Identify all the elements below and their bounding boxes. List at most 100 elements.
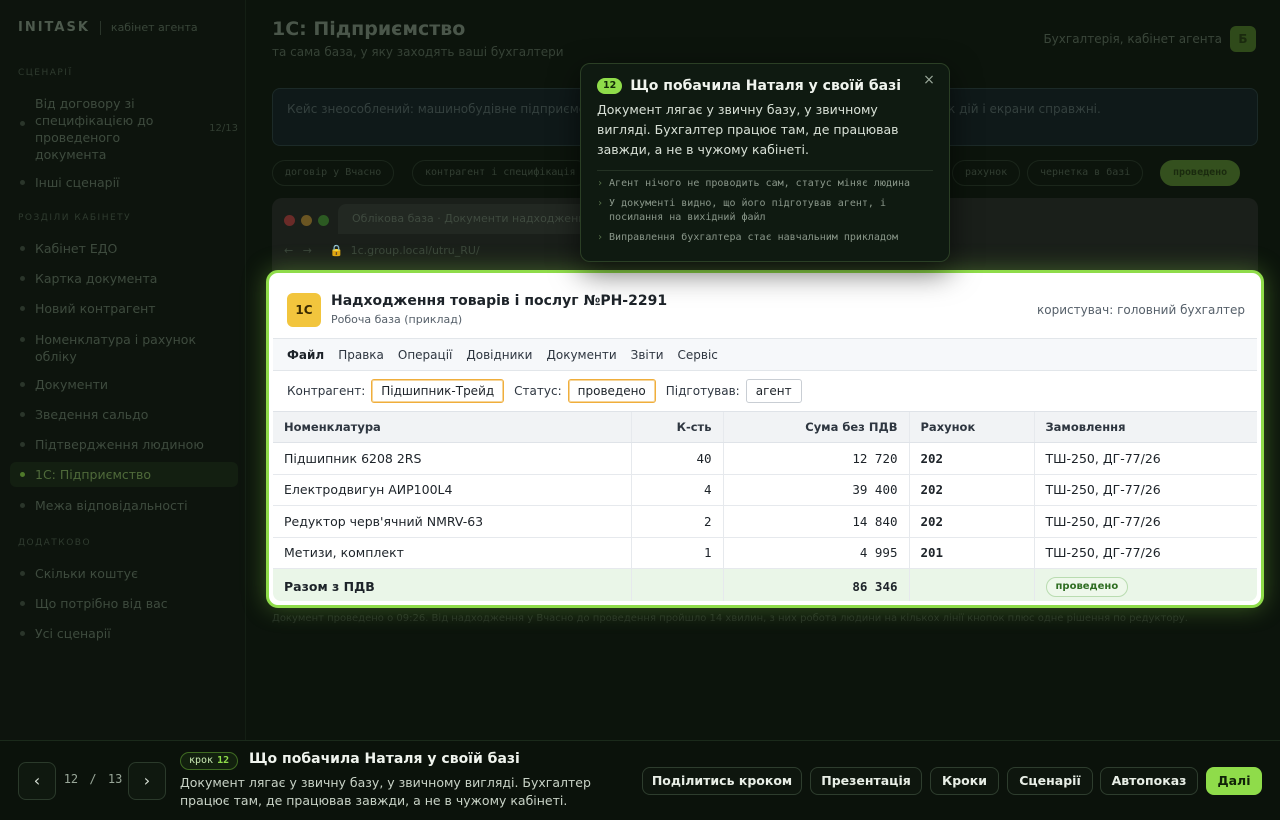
bullet-icon [20,382,25,387]
item-order: ТШ-250, ДГ-77/26 [1033,505,1257,538]
forward-icon[interactable]: → [303,244,312,257]
sidebar-item-label: Зведення сальдо [35,407,149,422]
total-sum: 86 346 [722,568,909,601]
bullet-icon [20,571,25,576]
close-icon[interactable]: × [919,70,939,90]
column-header[interactable]: Сума без ПДВ [722,411,909,443]
bullet-icon [20,503,25,508]
item-order: ТШ-250, ДГ-77/26 [1033,474,1257,506]
scenario-label: Від договору зі специфікацією до проведе… [35,96,154,162]
url-text: 1c.group.local/utru_RU/ [350,244,480,257]
next-button[interactable]: Далі [1206,767,1262,795]
step-number-badge: 12 [597,78,623,94]
total-empty-cell [630,568,723,601]
tour-controls-bar: ‹ 12 / 13 › крок 12 Що побачила Наталя у … [0,740,1280,820]
divider [597,170,933,171]
sidebar-item-edo[interactable]: Кабінет ЕДО [18,240,238,257]
bullet-icon [20,121,25,126]
table-row[interactable]: Електродвигун АИР100L4 4 39 400 202 ТШ-2… [273,474,1257,506]
item-qty: 2 [630,505,723,538]
chip-posted[interactable]: проведено [1160,160,1241,186]
sidebar-item-1c[interactable]: 1С: Підприємство [10,462,238,487]
sidebar-item-balance[interactable]: Зведення сальдо [18,406,238,423]
sidebar-item-requirements[interactable]: Що потрібно від вас [18,595,238,612]
step-label: крок [189,755,214,766]
sidebar-item-label: Номенклатура і рахунок обліку [35,332,196,364]
next-step-button[interactable]: › [128,762,166,800]
status-label: Статус: [514,384,562,398]
sidebar-item-label: Новий контрагент [35,301,156,316]
sidebar-item-responsibility[interactable]: Межа відповідальності [18,497,238,514]
chip-invoice[interactable]: рахунок [952,160,1021,186]
chip-counterparty[interactable]: контрагент і специфікація [412,160,589,186]
chevron-right-icon: › [143,771,151,790]
menu-file[interactable]: Файл [287,348,324,362]
share-step-button[interactable]: Поділитись кроком [642,767,802,795]
status-field[interactable]: проведено [567,379,656,403]
minimize-dot-icon[interactable] [301,215,312,226]
chip-contract[interactable]: договір у Вчасно [272,160,395,186]
avatar[interactable]: Б [1230,26,1256,52]
sidebar-item-documents[interactable]: Документи [18,376,238,393]
prepared-by-field[interactable]: агент [745,379,802,403]
sidebar-item-label: Підтвердження людиною [35,437,204,452]
current-step: 12 [63,772,79,786]
chevron-right-icon: › [597,232,604,243]
popover-title: Що побачила Наталя у своїй базі [630,78,902,94]
menu-service[interactable]: Сервіс [678,348,718,362]
step-badge: крок 12 [180,752,239,770]
status-badge: проведено [1045,576,1129,597]
popover-bullet: › У документі видно, що його підготував а… [597,197,933,225]
item-name: Підшипник 6208 2RS [273,442,631,475]
steps-button[interactable]: Кроки [930,767,999,795]
table-row[interactable]: Метизи, комплект 1 4 995 201 ТШ-250, ДГ-… [273,537,1257,569]
item-sum: 39 400 [722,474,909,506]
bullet-icon [20,631,25,636]
menu-operations[interactable]: Операції [398,348,452,362]
column-header[interactable]: К-сть [630,411,723,443]
item-account: 202 [908,505,1034,538]
column-header[interactable]: Замовлення [1033,411,1257,443]
sidebar-item-new-counterparty[interactable]: Новий контрагент [18,300,238,317]
highlighted-1c-window: 1С Надходження товарів і послуг №РН-2291… [266,270,1264,608]
bullet-icon [20,412,25,417]
sidebar-item-all-scenarios[interactable]: Усі сценарії [18,625,238,642]
close-dot-icon[interactable] [284,215,295,226]
bullet-text: Агент нічого не проводить сам, статус мі… [609,178,911,189]
prev-step-button[interactable]: ‹ [18,762,56,800]
column-header[interactable]: Рахунок [908,411,1034,443]
menu-edit[interactable]: Правка [338,348,384,362]
bullet-icon [20,472,25,477]
column-header[interactable]: Номенклатура [273,411,631,443]
autoplay-button[interactable]: Автопоказ [1100,767,1198,795]
scenario-item-other[interactable]: Інші сценарії [18,174,238,191]
item-name: Метизи, комплект [273,537,631,569]
total-status-cell: проведено [1033,568,1257,601]
menu-references[interactable]: Довідники [466,348,532,362]
sidebar-item-label: Скільки коштує [35,566,138,581]
table-row[interactable]: Редуктор черв'ячний NMRV-63 2 14 840 202… [273,505,1257,538]
menu-reports[interactable]: Звіти [631,348,664,362]
chevron-right-icon: › [597,198,604,209]
sidebar-item-nomenclature[interactable]: Номенклатура і рахунок обліку [18,331,238,365]
scenarios-button[interactable]: Сценарії [1007,767,1093,795]
chip-draft[interactable]: чернетка в базі [1027,160,1144,186]
item-qty: 1 [630,537,723,569]
item-order: ТШ-250, ДГ-77/26 [1033,442,1257,475]
item-sum: 4 995 [722,537,909,569]
sidebar-item-confirmation[interactable]: Підтвердження людиною [18,436,238,453]
menu-documents[interactable]: Документи [546,348,616,362]
counterparty-field[interactable]: Підшипник-Трейд [371,379,505,403]
address-bar[interactable]: ← → 🔒 1c.group.local/utru_RU/ [284,244,480,257]
bullet-icon [20,601,25,606]
table-row[interactable]: Підшипник 6208 2RS 40 12 720 202 ТШ-250,… [273,442,1257,475]
browser-tab[interactable]: Облікова база · Документи надходження [338,204,598,234]
scenario-item-contract[interactable]: Від договору зі специфікацією до проведе… [18,95,238,163]
popover-bullet: › Агент нічого не проводить сам, статус м… [597,177,933,191]
back-icon[interactable]: ← [284,244,293,257]
maximize-dot-icon[interactable] [318,215,329,226]
presentation-button[interactable]: Презентація [810,767,922,795]
sidebar-item-cost[interactable]: Скільки коштує [18,565,238,582]
chevron-left-icon: ‹ [33,771,41,790]
sidebar-item-doc-card[interactable]: Картка документа [18,270,238,287]
